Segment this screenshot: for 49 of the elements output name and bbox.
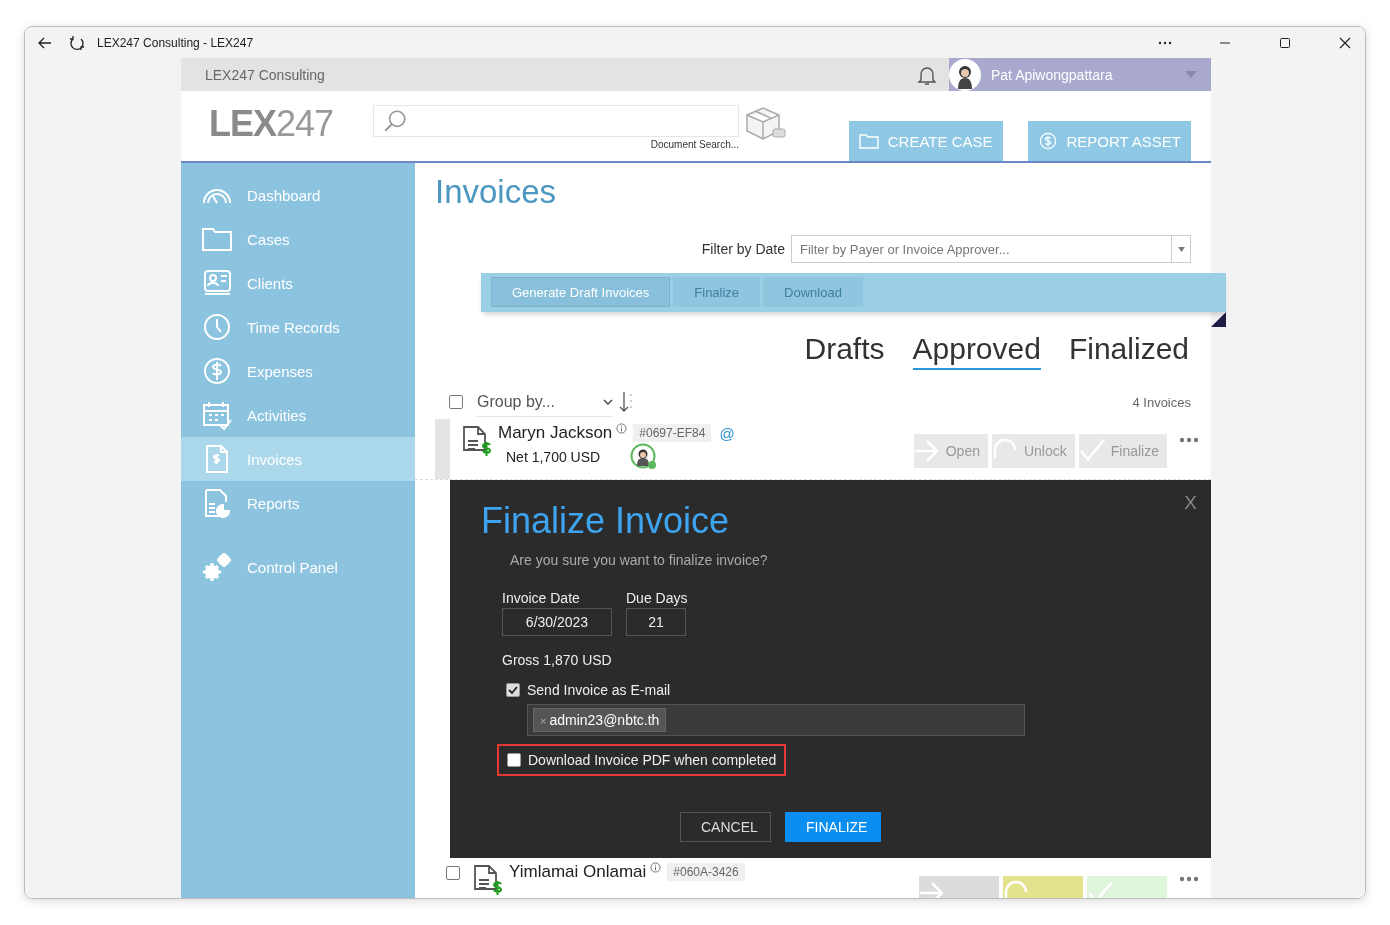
send-email-label: Send Invoice as E-mail	[527, 682, 671, 698]
sidebar-item[interactable]: Reports	[181, 481, 415, 525]
create-case-button[interactable]: CREATE CASE	[848, 121, 1003, 161]
sidebar-item[interactable]: Dashboard	[181, 173, 415, 217]
tab[interactable]: Drafts	[804, 331, 885, 370]
due-days-field[interactable]: 21	[626, 608, 686, 636]
due-days-label: Due Days	[626, 590, 688, 606]
page-title: Invoices	[435, 173, 558, 211]
invoice-count: 4 Invoices	[1132, 394, 1191, 410]
sidebar-item[interactable]: Invoices	[181, 437, 415, 481]
logo: LEX247	[209, 103, 334, 145]
finalize-button[interactable]: FINALIZE	[785, 812, 881, 842]
close-button[interactable]: X	[1184, 492, 1197, 514]
recipients-field[interactable]: × admin23@nbtc.th	[527, 704, 1025, 736]
sidebar-item[interactable]: Cases	[181, 217, 415, 261]
user-menu[interactable]: Pat Apiwongpattara	[949, 58, 1211, 91]
tab[interactable]: Approved	[912, 331, 1041, 370]
client-name[interactable]: Maryn Jackson	[498, 423, 613, 443]
sidebar-item[interactable]: Clients	[181, 261, 415, 305]
net-amount: Net 1,700 USD	[506, 449, 601, 465]
unlock-button[interactable]: Unlock	[991, 434, 1075, 468]
sidebar-item[interactable]: Expenses	[181, 349, 415, 393]
organization-name: LEX247 Consulting	[205, 66, 325, 83]
invoice-date-field[interactable]: 6/30/2023	[502, 608, 612, 636]
toolbar-button[interactable]: Generate Draft Invoices	[491, 277, 671, 308]
invoice-number: #0697-EF84	[633, 424, 712, 442]
gross-amount: Gross 1,870 USD	[502, 652, 612, 668]
sidebar-item[interactable]: Activities	[181, 393, 415, 437]
email-tag: × admin23@nbtc.th	[533, 708, 667, 732]
search-caption: Document Search...	[650, 139, 740, 150]
cancel-button[interactable]: CANCEL	[680, 812, 771, 842]
open-button[interactable]: Open	[913, 434, 988, 468]
tab[interactable]: Finalized	[1068, 331, 1189, 370]
client-name[interactable]: Yimlamai Onlamai	[509, 862, 647, 882]
invoice-date-label: Invoice Date	[502, 590, 581, 606]
group-by-dropdown[interactable]: Group by...	[477, 387, 613, 417]
finalize-button[interactable]: Finalize	[1078, 434, 1167, 468]
sidebar-item[interactable]: Time Records	[181, 305, 415, 349]
window-title: LEX247 Consulting - LEX247	[97, 35, 254, 50]
report-asset-button[interactable]: REPORT ASSET	[1027, 121, 1191, 161]
user-name: Pat Apiwongpattara	[991, 66, 1113, 83]
download-pdf-label: Download Invoice PDF when completed	[528, 752, 777, 768]
filter-dropdown[interactable]: Filter by Payer or Invoice Approver...	[791, 235, 1191, 263]
filter-label: Filter by Date	[701, 241, 785, 257]
dialog-title: Finalize Invoice	[481, 500, 730, 542]
dialog-question: Are you sure you want to finalize invoice?	[510, 552, 768, 568]
email-link[interactable]: @	[719, 424, 735, 442]
invoice-number: #060A-3426	[667, 863, 745, 881]
sidebar-item[interactable]: Control Panel	[181, 545, 415, 589]
